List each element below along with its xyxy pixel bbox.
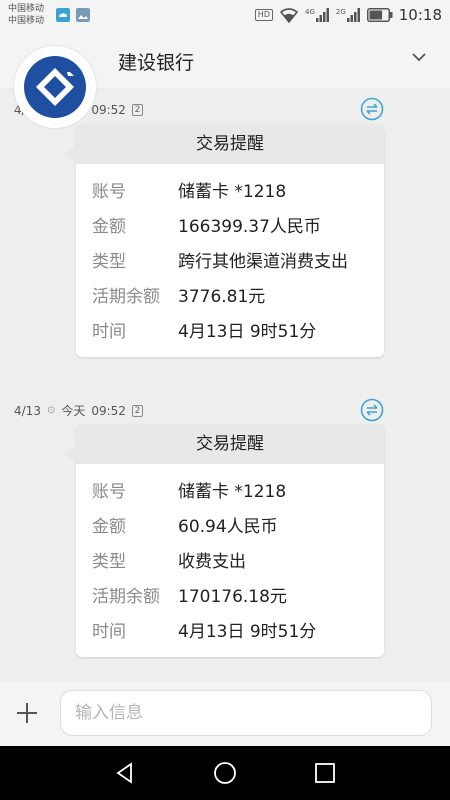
carrier-2: 中国移动 (8, 16, 45, 26)
row-key: 账号 (92, 182, 126, 202)
chevron-down-icon[interactable] (410, 50, 428, 64)
home-icon[interactable] (213, 761, 237, 785)
card-row-type: 类型 收费支出 (92, 542, 370, 577)
row-value: 收费支出 (178, 552, 246, 572)
row-key: 活期余额 (92, 287, 160, 307)
system-nav-bar (0, 746, 450, 800)
gallery-app-icon (76, 8, 90, 22)
row-key: 类型 (92, 552, 126, 572)
net-type-1: 4G (304, 8, 315, 16)
card-title: 交易提醒 (76, 124, 384, 164)
bubble-tail (64, 146, 76, 162)
message-time-prefix: 今天 (61, 404, 86, 418)
status-time: 10:18 (398, 6, 442, 24)
card-row-type: 类型 跨行其他渠道消费支出 (92, 242, 370, 277)
row-key: 金额 (92, 217, 126, 237)
card-row-amount: 金额 60.94人民币 (92, 507, 370, 542)
recents-icon[interactable] (313, 761, 337, 785)
sim-badge: 2 (131, 404, 143, 417)
carrier-1: 中国移动 (8, 4, 45, 14)
cell-signal-2: 2G (336, 8, 361, 22)
signal-bars-icon (315, 8, 329, 22)
clock-icon: ⊙ (46, 405, 56, 416)
repeat-icon[interactable] (360, 97, 384, 121)
contact-title: 建设银行 (118, 52, 195, 74)
cloud-app-icon (56, 8, 70, 22)
message-card[interactable]: 交易提醒 账号 储蓄卡 *1218 金额 60.94人民币 类型 收费支出 活期… (64, 424, 384, 657)
message-time: 09:52 (91, 403, 126, 418)
cell-signal-1: 4G (305, 8, 330, 22)
add-attachment-button[interactable] (14, 700, 40, 726)
carrier-labels: 中国移动 中国移动 (8, 3, 44, 27)
message-date: 4/13 (14, 403, 41, 418)
battery-level (369, 10, 382, 20)
card-row-time: 时间 4月13日 9时51分 (92, 612, 370, 647)
sim-badge: 2 (131, 103, 143, 116)
status-bar: 中国移动 中国移动 HD 4G 2G 10:18 (0, 0, 450, 32)
row-value: 4月13日 9时51分 (178, 322, 317, 342)
repeat-icon[interactable] (360, 398, 384, 422)
row-value: 170176.18元 (178, 587, 287, 607)
row-value: 储蓄卡 *1218 (178, 482, 287, 502)
message-meta: 4/13 ⊙ 今天 09:52 2 (14, 402, 143, 419)
row-key: 账号 (92, 482, 126, 502)
signal-bars-icon (346, 8, 360, 22)
card-row-amount: 金额 166399.37人民币 (92, 207, 370, 242)
card-body: 账号 储蓄卡 *1218 金额 60.94人民币 类型 收费支出 活期余额 17… (76, 464, 384, 657)
card-row-account: 账号 储蓄卡 *1218 (92, 172, 370, 207)
back-icon[interactable] (113, 761, 137, 785)
row-value: 60.94人民币 (178, 517, 278, 537)
card-row-account: 账号 储蓄卡 *1218 (92, 472, 370, 507)
row-key: 时间 (92, 322, 126, 342)
row-key: 金额 (92, 517, 126, 537)
battery-icon (366, 8, 393, 22)
row-key: 活期余额 (92, 587, 160, 607)
card-row-balance: 活期余额 170176.18元 (92, 577, 370, 612)
hd-badge: HD (254, 9, 273, 21)
net-type-2: 2G (335, 8, 346, 16)
row-key: 时间 (92, 622, 126, 642)
message-card[interactable]: 交易提醒 账号 储蓄卡 *1218 金额 166399.37人民币 类型 跨行其… (64, 124, 384, 357)
card-row-balance: 活期余额 3776.81元 (92, 277, 370, 312)
message-input[interactable] (60, 690, 432, 736)
row-value: 跨行其他渠道消费支出 (178, 252, 348, 272)
ccb-logo-icon (24, 56, 86, 118)
compose-bar (0, 682, 450, 746)
message-time: 09:52 (91, 102, 126, 117)
bubble-tail (64, 446, 76, 462)
row-value: 166399.37人民币 (178, 217, 321, 237)
row-value: 3776.81元 (178, 287, 266, 307)
wifi-icon (279, 8, 299, 23)
card-title: 交易提醒 (76, 424, 384, 464)
row-key: 类型 (92, 252, 126, 272)
card-body: 账号 储蓄卡 *1218 金额 166399.37人民币 类型 跨行其他渠道消费… (76, 164, 384, 357)
contact-avatar[interactable] (14, 46, 96, 128)
card-row-time: 时间 4月13日 9时51分 (92, 312, 370, 347)
row-value: 储蓄卡 *1218 (178, 182, 287, 202)
row-value: 4月13日 9时51分 (178, 622, 317, 642)
